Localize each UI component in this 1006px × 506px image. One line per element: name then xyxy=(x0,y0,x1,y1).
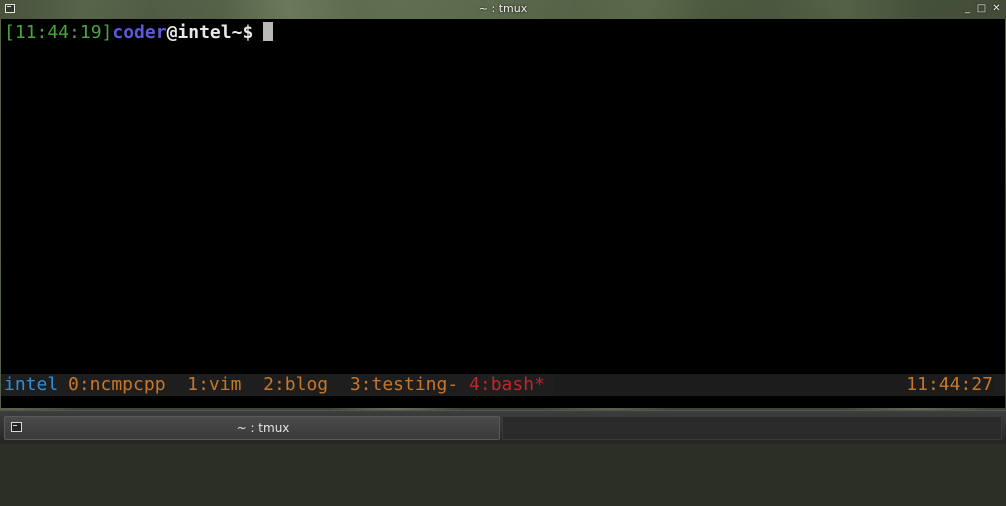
prompt-path: ~ xyxy=(231,22,243,43)
maximize-button[interactable]: □ xyxy=(975,2,988,16)
tmux-window-3[interactable]: 3:testing- xyxy=(350,374,458,395)
terminal-bottom-area xyxy=(1,396,1005,408)
tmux-window-list: 0:ncmpcpp 1:vim 2:blog 3:testing- 4:bash… xyxy=(68,374,545,396)
minimize-button[interactable]: _ xyxy=(961,2,974,16)
taskbar-empty-slot xyxy=(502,416,1002,440)
taskbar-item-label: ~ : tmux xyxy=(236,421,290,435)
prompt-time: [11:44:19] xyxy=(4,22,113,43)
taskbar: ~ : tmux xyxy=(0,410,1006,444)
terminal-window: ~ : tmux _ □ ✕ [11:44:19]coder@intel~$ i… xyxy=(0,0,1006,410)
tmux-clock: 11:44:27 xyxy=(906,374,993,395)
taskbar-item-tmux[interactable]: ~ : tmux xyxy=(4,416,500,440)
close-button[interactable]: ✕ xyxy=(990,2,1003,16)
prompt-user: coder xyxy=(112,22,167,43)
prompt-at: @ xyxy=(166,22,178,43)
window-titlebar[interactable]: ~ : tmux _ □ ✕ xyxy=(0,0,1006,19)
prompt-symbol: $ xyxy=(242,22,254,43)
tmux-session-name: intel xyxy=(4,374,59,395)
window-title: ~ : tmux xyxy=(478,2,528,15)
text-cursor xyxy=(263,22,274,41)
tmux-window-0[interactable]: 0:ncmpcpp xyxy=(68,374,166,395)
tmux-status-bar: intel 0:ncmpcpp 1:vim 2:blog 3:testing- … xyxy=(1,374,1005,396)
tmux-window-1[interactable]: 1:vim xyxy=(187,374,241,395)
tmux-window-4-active[interactable]: 4:bash* xyxy=(469,374,545,395)
shell-prompt: [11:44:19]coder@intel~$ xyxy=(4,22,274,44)
terminal-pane[interactable]: [11:44:19]coder@intel~$ intel 0:ncmpcpp … xyxy=(1,19,1005,408)
tmux-window-2[interactable]: 2:blog xyxy=(263,374,328,395)
prompt-host: intel xyxy=(177,22,232,43)
